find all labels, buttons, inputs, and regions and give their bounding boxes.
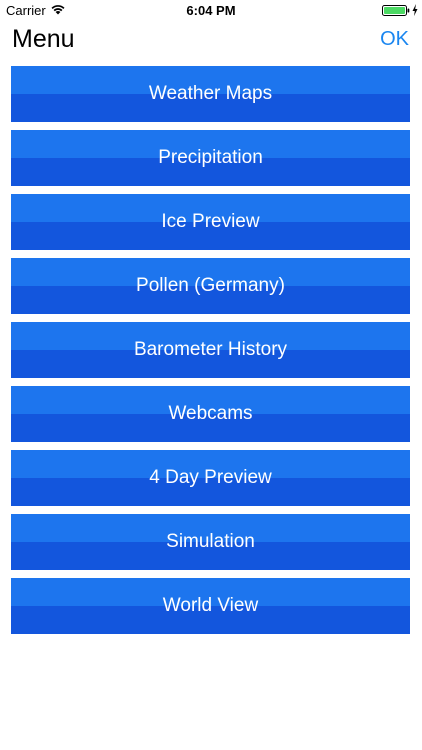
menu-item-4-day-preview[interactable]: 4 Day Preview [11,450,410,506]
charging-bolt-icon [412,4,418,16]
battery-icon [382,5,410,16]
menu-item-world-view[interactable]: World View [11,578,410,634]
menu-item-barometer-history[interactable]: Barometer History [11,322,410,378]
ok-button[interactable]: OK [380,24,409,54]
menu-item-weather-maps[interactable]: Weather Maps [11,66,410,122]
menu-item-simulation[interactable]: Simulation [11,514,410,570]
menu-item-webcams[interactable]: Webcams [11,386,410,442]
status-bar: Carrier 6:04 PM [0,0,422,20]
menu-item-precipitation[interactable]: Precipitation [11,130,410,186]
menu-item-pollen-germany[interactable]: Pollen (Germany) [11,258,410,314]
status-time: 6:04 PM [186,3,236,18]
page-title: Menu [12,25,75,53]
menu-list: Weather Maps Precipitation Ice Preview P… [11,66,410,642]
menu-item-ice-preview[interactable]: Ice Preview [11,194,410,250]
